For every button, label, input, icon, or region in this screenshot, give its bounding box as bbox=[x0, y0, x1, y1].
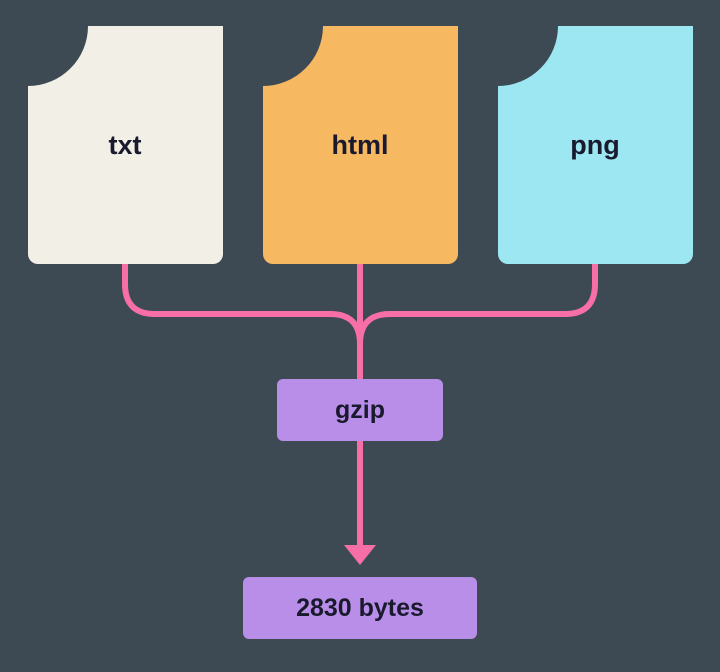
arrow-down-icon bbox=[0, 441, 720, 577]
process-label: gzip bbox=[335, 396, 385, 425]
file-row: txt html png bbox=[0, 26, 720, 264]
file-label-png: png bbox=[570, 130, 619, 161]
output-label: 2830 bytes bbox=[296, 594, 424, 623]
process-box: gzip bbox=[277, 379, 443, 441]
file-card-txt: txt bbox=[28, 26, 223, 264]
output-box: 2830 bytes bbox=[243, 577, 477, 639]
file-card-png: png bbox=[498, 26, 693, 264]
file-label-txt: txt bbox=[109, 130, 142, 161]
merge-connector-icon bbox=[0, 264, 720, 379]
file-label-html: html bbox=[332, 130, 389, 161]
file-card-html: html bbox=[263, 26, 458, 264]
